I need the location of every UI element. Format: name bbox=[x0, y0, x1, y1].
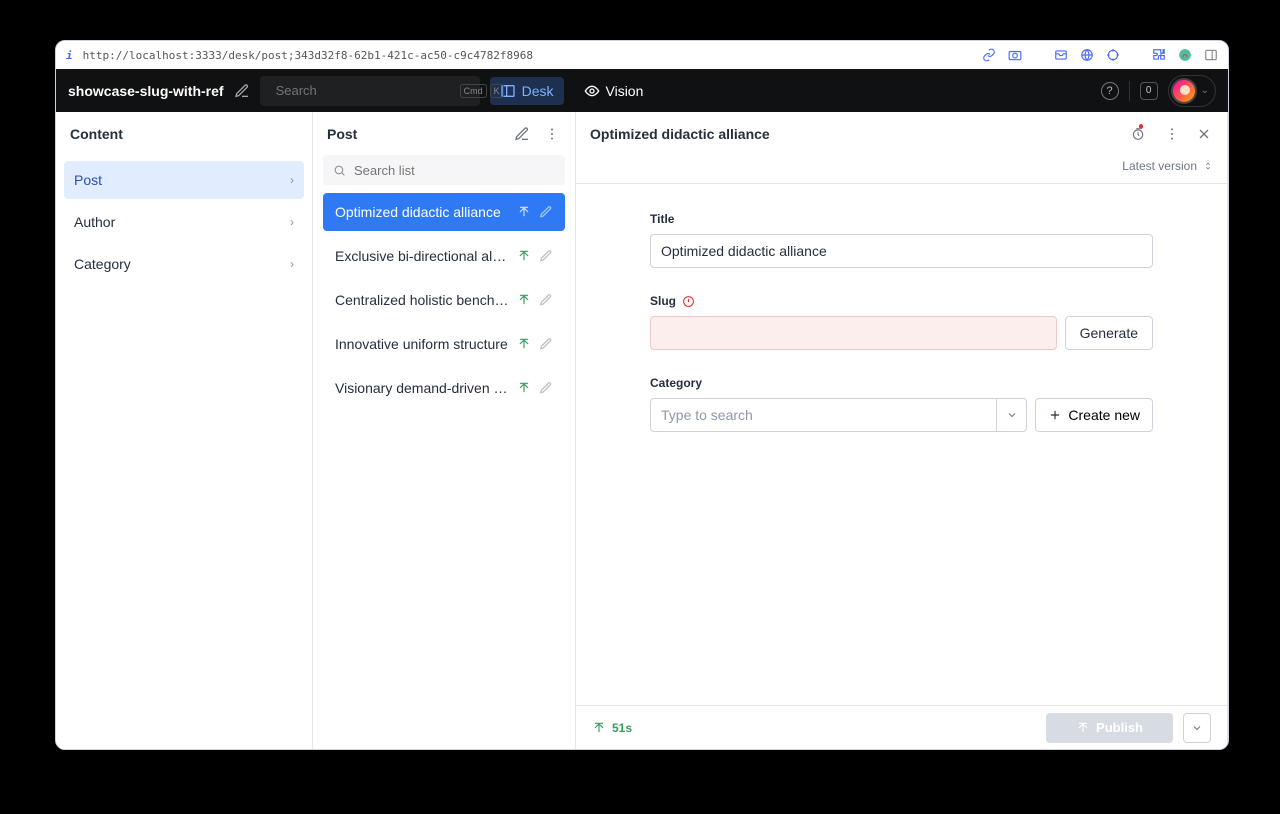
app-top-bar: showcase-slug-with-ref Cmd K Desk Vision… bbox=[56, 69, 1228, 112]
chevron-down-icon[interactable] bbox=[996, 399, 1026, 431]
compose-icon[interactable] bbox=[513, 125, 531, 143]
info-icon: i bbox=[66, 49, 73, 62]
post-item[interactable]: Optimized didactic alliance bbox=[323, 193, 565, 231]
chevron-right-icon: › bbox=[290, 215, 294, 229]
status-time: 51s bbox=[612, 721, 632, 735]
validation-error-icon bbox=[682, 295, 695, 308]
browser-extension-icons bbox=[982, 48, 1218, 62]
ctype-author[interactable]: Author › bbox=[64, 203, 304, 241]
global-search[interactable]: Cmd K bbox=[260, 76, 480, 106]
chevron-down-icon: ⌄ bbox=[1201, 85, 1209, 96]
status-timer-icon[interactable] bbox=[1131, 125, 1149, 143]
edit-icon bbox=[539, 249, 553, 263]
url-display: http://localhost:3333/desk/post;343d32f8… bbox=[83, 49, 982, 62]
inbox-icon[interactable] bbox=[1054, 48, 1068, 62]
category-label: Category bbox=[650, 376, 1153, 390]
ctype-post[interactable]: Post › bbox=[64, 161, 304, 199]
chevron-right-icon: › bbox=[290, 173, 294, 187]
browser-chrome: i http://localhost:3333/desk/post;343d32… bbox=[56, 41, 1228, 69]
publish-button[interactable]: Publish bbox=[1046, 713, 1173, 743]
link-icon[interactable] bbox=[982, 48, 996, 62]
global-search-input[interactable] bbox=[276, 83, 452, 98]
list-search[interactable] bbox=[323, 155, 565, 185]
chevron-down-icon bbox=[1191, 722, 1203, 734]
search-icon bbox=[333, 164, 346, 177]
generate-button[interactable]: Generate bbox=[1065, 316, 1153, 350]
edit-icon bbox=[539, 205, 553, 219]
editor-panel: Optimized didactic alliance Latest versi… bbox=[576, 112, 1228, 749]
published-icon bbox=[517, 293, 531, 307]
plus-icon bbox=[1048, 408, 1062, 422]
kbd-cmd: Cmd bbox=[460, 84, 487, 98]
more-icon[interactable] bbox=[543, 125, 561, 143]
app-window: i http://localhost:3333/desk/post;343d32… bbox=[55, 40, 1229, 750]
posts-panel: Post Optimized didactic alliance bbox=[313, 112, 576, 749]
logo-icon[interactable] bbox=[1178, 48, 1192, 62]
posts-panel-title: Post bbox=[327, 126, 501, 142]
published-icon bbox=[517, 205, 531, 219]
create-new-button[interactable]: Create new bbox=[1035, 398, 1153, 432]
avatar bbox=[1171, 78, 1197, 104]
title-label: Title bbox=[650, 212, 1153, 226]
list-search-input[interactable] bbox=[354, 163, 555, 178]
project-name: showcase-slug-with-ref bbox=[68, 83, 224, 99]
content-panel-title: Content bbox=[70, 126, 298, 142]
document-title: Optimized didactic alliance bbox=[590, 126, 1117, 142]
globe-icon[interactable] bbox=[1080, 48, 1094, 62]
vision-icon bbox=[584, 83, 600, 99]
user-menu[interactable]: ⌄ bbox=[1168, 75, 1216, 107]
version-selector[interactable]: Latest version bbox=[1122, 159, 1197, 173]
sort-icon bbox=[1203, 160, 1213, 172]
publish-menu-button[interactable] bbox=[1183, 713, 1211, 743]
nav-vision[interactable]: Vision bbox=[574, 77, 654, 105]
published-status-icon bbox=[592, 721, 606, 735]
help-button[interactable]: ? bbox=[1101, 82, 1119, 100]
slug-input[interactable] bbox=[650, 316, 1057, 350]
title-input[interactable] bbox=[650, 234, 1153, 268]
kbd-k: K bbox=[490, 84, 504, 98]
presence-count[interactable]: 0 bbox=[1140, 82, 1158, 100]
crosshair-icon[interactable] bbox=[1106, 48, 1120, 62]
category-reference-input[interactable]: Type to search bbox=[650, 398, 1027, 432]
edit-icon bbox=[539, 337, 553, 351]
chevron-right-icon: › bbox=[290, 257, 294, 271]
edit-icon bbox=[539, 381, 553, 395]
content-panel: Content Post › Author › Category › bbox=[56, 112, 313, 749]
published-icon bbox=[517, 249, 531, 263]
post-item[interactable]: Innovative uniform structure bbox=[323, 325, 565, 363]
puzzle-icon[interactable] bbox=[1152, 48, 1166, 62]
ctype-category[interactable]: Category › bbox=[64, 245, 304, 283]
sidebar-toggle-icon[interactable] bbox=[1204, 48, 1218, 62]
edit-icon bbox=[539, 293, 553, 307]
publish-icon bbox=[1076, 721, 1090, 735]
published-icon bbox=[517, 337, 531, 351]
published-icon bbox=[517, 381, 531, 395]
close-icon[interactable] bbox=[1195, 125, 1213, 143]
edit-project-icon[interactable] bbox=[234, 83, 250, 99]
slug-label: Slug bbox=[650, 294, 676, 308]
camera-icon[interactable] bbox=[1008, 48, 1022, 62]
post-item[interactable]: Visionary demand-driven prot… bbox=[323, 369, 565, 407]
more-icon[interactable] bbox=[1163, 125, 1181, 143]
post-item[interactable]: Exclusive bi-directional algorit… bbox=[323, 237, 565, 275]
post-item[interactable]: Centralized holistic benchmark bbox=[323, 281, 565, 319]
